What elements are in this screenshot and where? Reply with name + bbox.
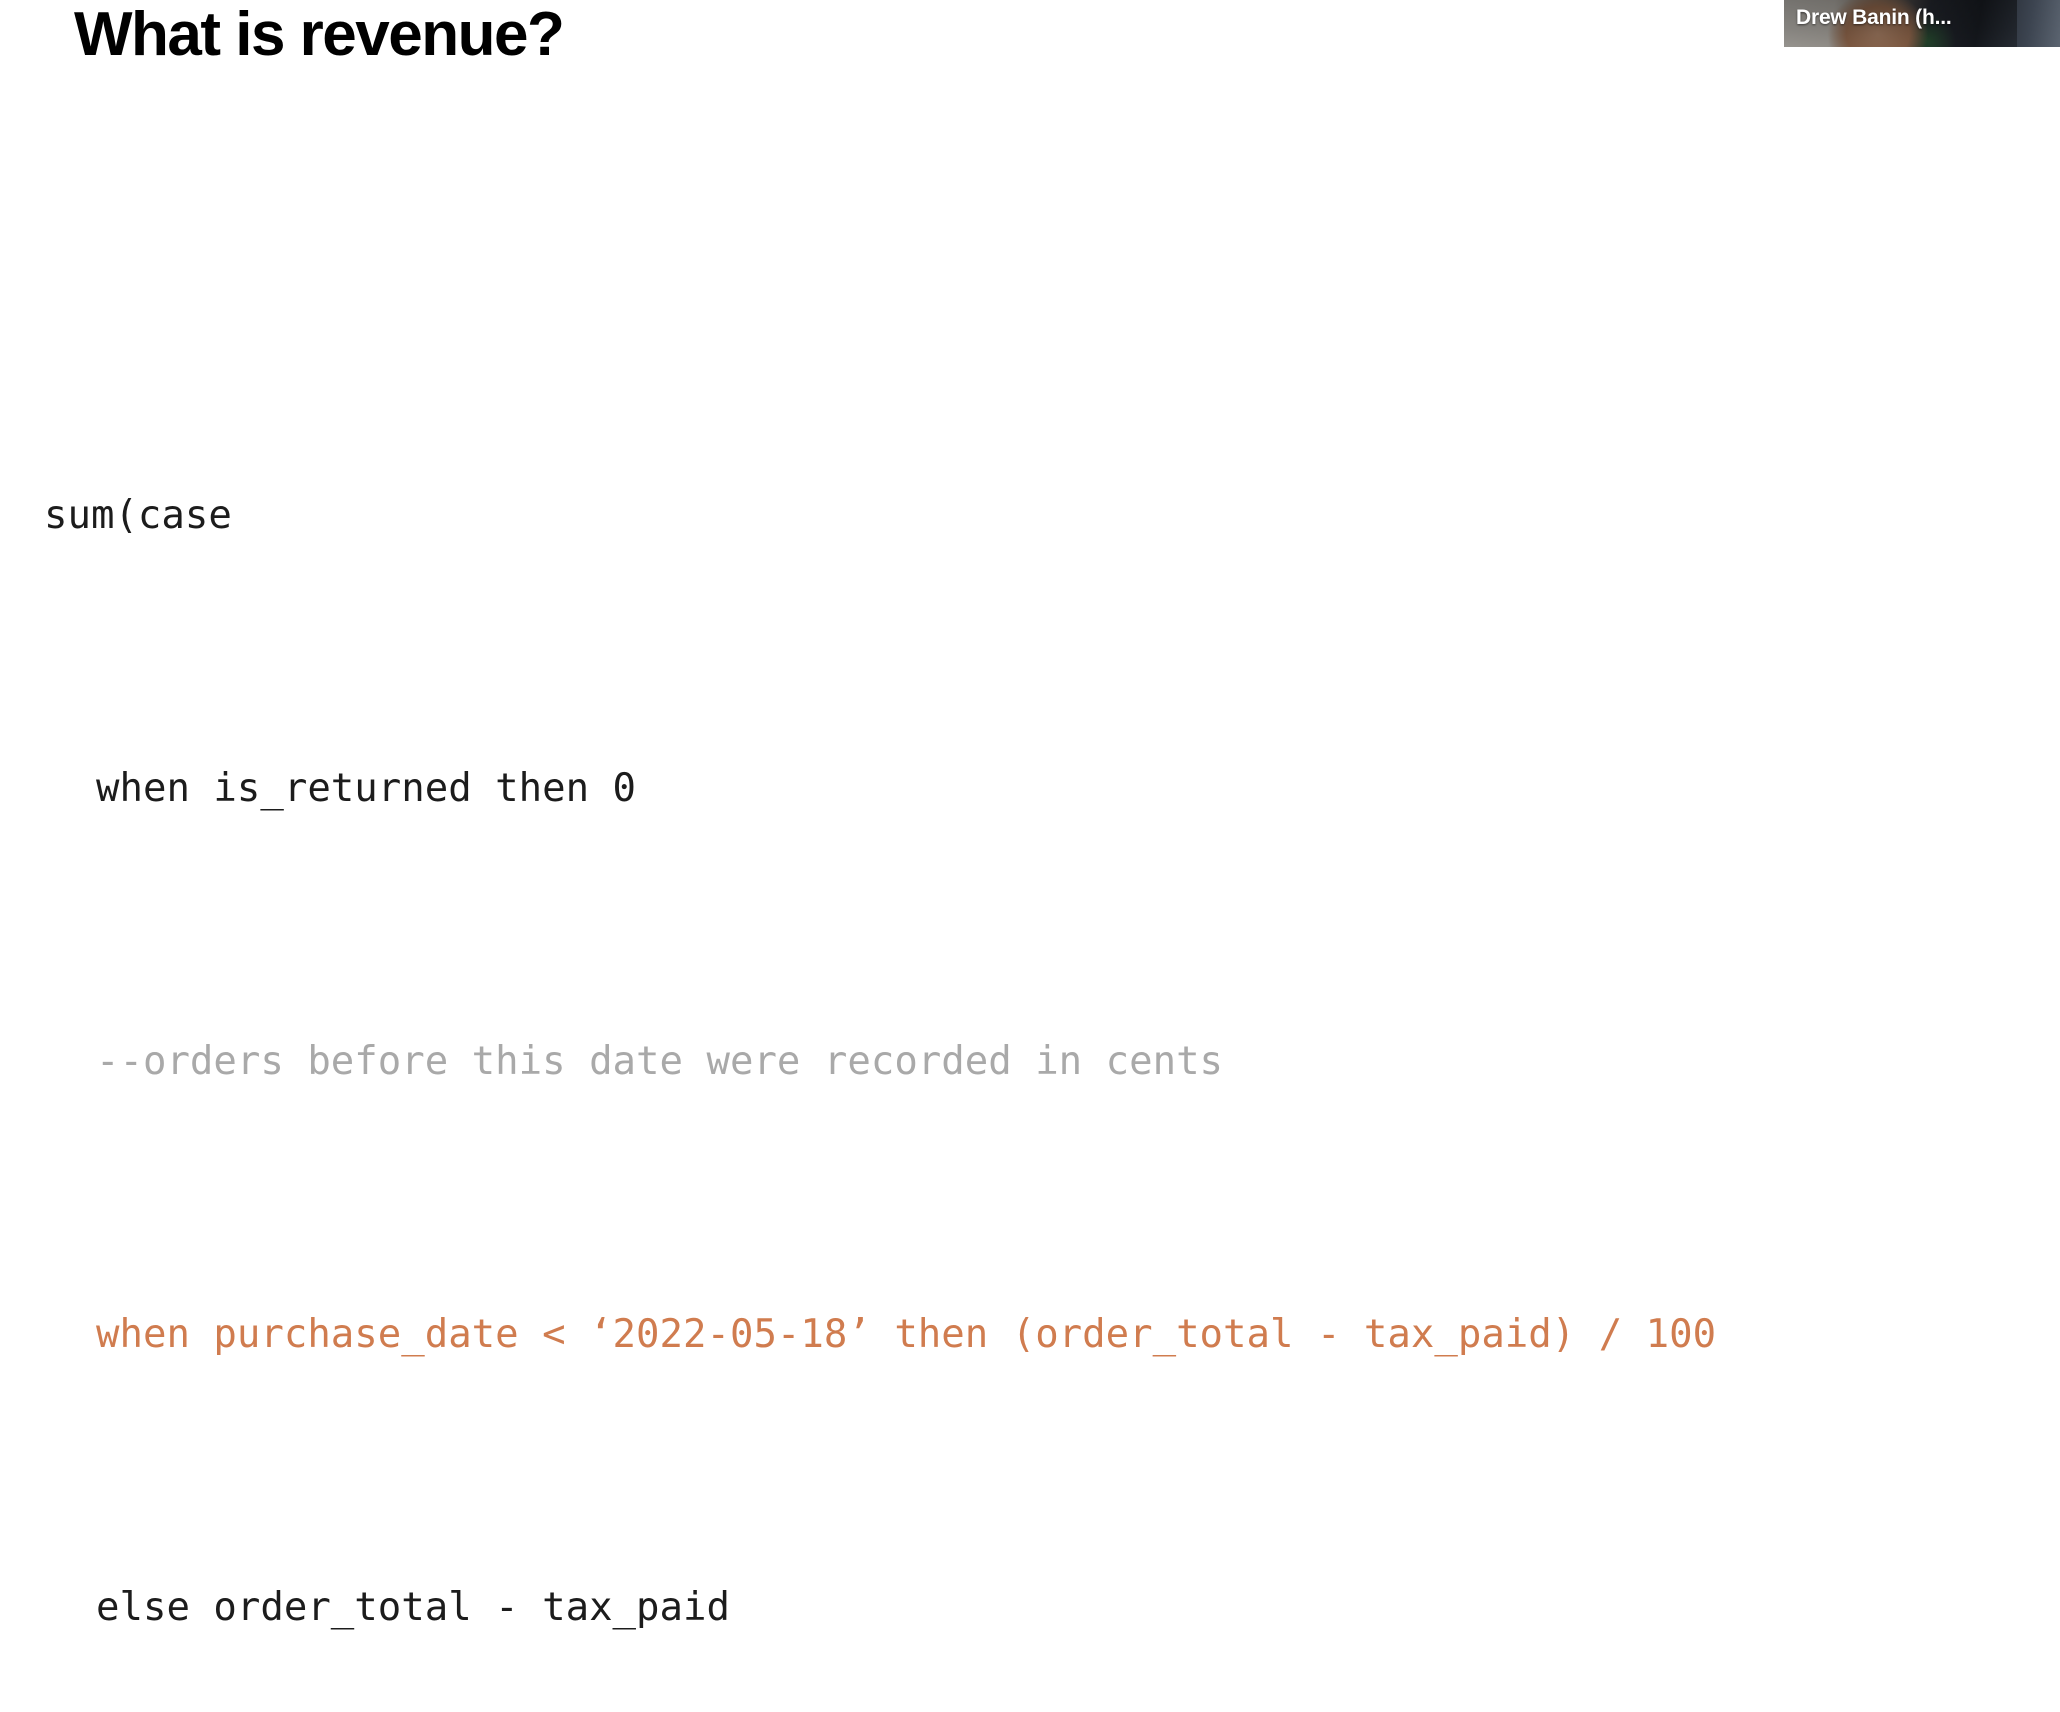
page-title: What is revenue? (74, 0, 565, 69)
code-line: when is_returned then 0 (96, 766, 637, 811)
video-participant-name: Drew Banin (h... (1796, 6, 1952, 29)
code-block: sum(case when is_returned then 0 --order… (44, 288, 2060, 1712)
presentation-slide: What is revenue? sum(case when is_return… (0, 0, 2060, 1630)
code-line-highlighted: when purchase_date < ‘2022-05-18’ then (… (96, 1312, 1717, 1357)
video-participant-tile[interactable]: Drew Banin (h... (1784, 0, 2060, 47)
code-line: else order_total - tax_paid (96, 1585, 730, 1630)
code-line-comment: --orders before this date were recorded … (96, 1039, 1224, 1084)
code-line: sum(case (44, 493, 232, 538)
